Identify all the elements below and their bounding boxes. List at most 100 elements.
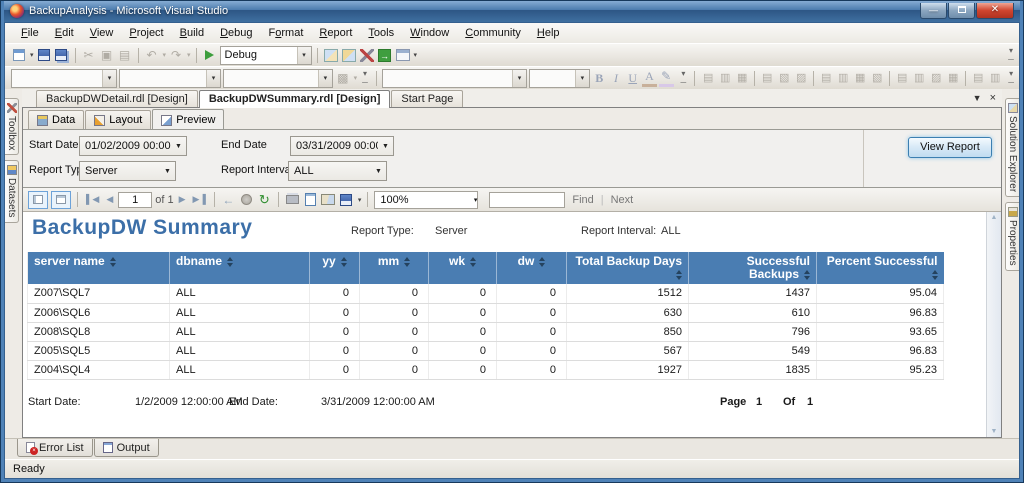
sort-icon[interactable]	[340, 256, 347, 267]
properties-window-icon[interactable]	[341, 47, 357, 63]
cut-icon[interactable]: ✂	[81, 47, 97, 63]
debug-config-combo[interactable]: Debug ▾	[219, 45, 312, 65]
document-tab-0[interactable]: BackupDWDetail.rdl [Design]	[36, 90, 198, 107]
tab-data[interactable]: Data	[28, 110, 85, 129]
find-input[interactable]	[489, 191, 566, 208]
borders-icon[interactable]: ▩	[335, 70, 351, 86]
layout-tool-icon[interactable]: ▦	[945, 71, 961, 86]
sidebar-tab-solution-explorer[interactable]: Solution Explorer	[1005, 98, 1019, 198]
menu-file[interactable]: File	[13, 25, 47, 41]
layout-tool-icon[interactable]: ▤	[700, 71, 716, 86]
font-color-icon[interactable]: A	[642, 69, 657, 87]
column-header[interactable]: Total Backup Days	[566, 252, 689, 284]
highlight-icon[interactable]: ✎	[658, 69, 674, 87]
close-document-icon[interactable]: ×	[990, 92, 996, 104]
menu-edit[interactable]: Edit	[47, 25, 82, 41]
menu-build[interactable]: Build	[172, 25, 212, 41]
sort-icon[interactable]	[404, 256, 411, 267]
menu-window[interactable]: Window	[402, 25, 457, 41]
tab-layout[interactable]: Layout	[85, 110, 152, 129]
menu-community[interactable]: Community	[457, 25, 529, 41]
sort-icon[interactable]	[470, 256, 476, 267]
zoom-combo[interactable]: 100% ▾	[374, 190, 479, 209]
find-link[interactable]: Find	[568, 194, 597, 206]
maximize-button[interactable]	[948, 3, 975, 19]
parameters-toggle[interactable]	[51, 190, 71, 209]
close-button[interactable]: ✕	[976, 3, 1014, 19]
print-layout-icon[interactable]	[303, 193, 318, 207]
next-link[interactable]: Next	[607, 194, 638, 206]
start-date-combo[interactable]: 01/02/2009 00:00:00▼	[79, 136, 187, 156]
prev-page-icon[interactable]: ◀	[104, 194, 115, 205]
report-interval-combo[interactable]: ALL ▼	[288, 161, 387, 181]
menu-debug[interactable]: Debug	[212, 25, 260, 41]
export-dropdown-icon[interactable]: ▾	[358, 196, 362, 204]
undo-icon[interactable]: ↶	[144, 47, 160, 63]
layout-tool-icon[interactable]: ▧	[776, 71, 792, 86]
layout-tool-icon[interactable]: ▨	[928, 71, 944, 86]
start-debug-icon[interactable]	[202, 47, 218, 63]
sort-icon[interactable]	[227, 256, 234, 267]
column-header[interactable]: mm	[359, 252, 429, 284]
refresh-icon[interactable]: ↻	[257, 192, 272, 207]
menu-help[interactable]: Help	[529, 25, 568, 41]
redo-icon[interactable]: ↷	[168, 47, 184, 63]
save-icon[interactable]	[36, 47, 52, 63]
layout-tool-icon[interactable]: ▥	[911, 71, 927, 86]
document-map-toggle[interactable]	[28, 190, 48, 209]
view-report-button[interactable]: View Report	[908, 137, 992, 158]
sort-icon[interactable]	[804, 269, 810, 280]
new-project-icon[interactable]	[11, 47, 27, 63]
sidebar-tab-datasets[interactable]: Datasets	[5, 160, 19, 223]
menu-tools[interactable]: Tools	[360, 25, 402, 41]
sort-icon[interactable]	[109, 256, 116, 267]
back-icon[interactable]: ←	[221, 193, 236, 207]
column-header[interactable]: server name	[27, 252, 170, 284]
new-dropdown-icon[interactable]: ▾	[30, 51, 34, 59]
page-number-input[interactable]	[118, 191, 153, 208]
toolbar-overflow-icon[interactable]: ▾ ─	[1005, 46, 1017, 64]
column-header[interactable]: Successful Backups	[688, 252, 817, 284]
layout-tool-icon[interactable]: ▤	[970, 71, 986, 86]
stop-icon[interactable]	[239, 193, 254, 207]
menu-view[interactable]: View	[82, 25, 122, 41]
toolbar-overflow-icon[interactable]: ▾ ─	[359, 69, 371, 87]
find-in-files-icon[interactable]	[323, 47, 339, 63]
sidebar-tab-properties[interactable]: Properties	[1005, 202, 1019, 271]
sort-icon[interactable]	[931, 269, 938, 280]
tab-error-list[interactable]: × Error List	[17, 439, 93, 457]
tab-preview[interactable]: Preview	[152, 109, 225, 130]
column-header[interactable]: wk	[428, 252, 497, 284]
italic-icon[interactable]: I	[609, 71, 624, 86]
scroll-up-icon[interactable]: ▲	[991, 214, 998, 221]
last-page-icon[interactable]: ▶▐	[191, 194, 208, 205]
style-combo[interactable]: ▾	[223, 68, 333, 88]
vertical-scrollbar[interactable]: ▲ ▼	[986, 212, 1001, 437]
export-icon[interactable]	[339, 193, 354, 207]
layout-tool-icon[interactable]: ▨	[793, 71, 809, 86]
report-type-combo[interactable]: Server ▼	[79, 161, 176, 181]
toolbar-overflow-icon[interactable]: ▾ ─	[1005, 69, 1017, 87]
sort-icon[interactable]	[539, 256, 546, 267]
column-header[interactable]: yy	[309, 252, 360, 284]
print-icon[interactable]	[285, 193, 300, 207]
next-page-icon[interactable]: ▶	[177, 194, 188, 205]
sidebar-tab-toolbox[interactable]: Toolbox	[5, 98, 19, 156]
navigate-icon[interactable]: →	[377, 47, 393, 63]
layout-tool-icon[interactable]: ▤	[759, 71, 775, 86]
column-header[interactable]: dw	[496, 252, 567, 284]
dataset-combo[interactable]: ▾	[381, 68, 528, 88]
title-bar[interactable]: BackupAnalysis - Microsoft Visual Studio…	[4, 0, 1020, 22]
underline-icon[interactable]: U	[625, 71, 640, 86]
menu-report[interactable]: Report	[311, 25, 360, 41]
layout-tool-icon[interactable]: ▧	[869, 71, 885, 86]
layout-tool-icon[interactable]: ▤	[894, 71, 910, 86]
copy-icon[interactable]: ▣	[99, 47, 115, 63]
layout-tool-icon[interactable]: ▤	[818, 71, 834, 86]
column-header[interactable]: dbname	[169, 252, 310, 284]
toolbox-icon[interactable]	[359, 47, 375, 63]
layout-tool-icon[interactable]: ▥	[835, 71, 851, 86]
tab-list-dropdown-icon[interactable]: ▼	[973, 93, 982, 103]
menu-project[interactable]: Project	[121, 25, 171, 41]
sort-icon[interactable]	[676, 269, 682, 280]
